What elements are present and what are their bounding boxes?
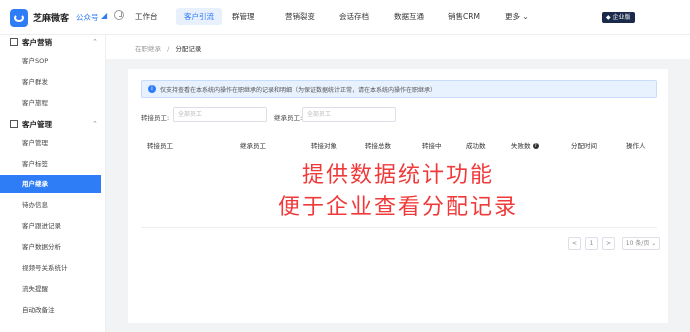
gzh-dropdown-icon[interactable]: ◢ [101, 11, 107, 20]
collapse-icon[interactable]: ⌃ [92, 120, 98, 128]
nav-data-sync[interactable]: 数据互通 [394, 11, 424, 22]
sidebar-item-churn-alert[interactable]: 流失提醒 [0, 280, 101, 298]
sidebar-group-marketing[interactable]: 客户营销 [22, 37, 52, 48]
promo-caption-line2: 便于企业查看分配记录 [277, 195, 518, 220]
col-transfer-total: 转接总数 [365, 142, 391, 150]
col-in-transfer: 转接中 [422, 142, 442, 150]
sidebar-item-followup-records[interactable]: 客户跟进记录 [0, 217, 101, 235]
sidebar-item-data-analysis[interactable]: 客户数据分析 [0, 238, 101, 256]
col-assign-time: 分配时间 [571, 142, 597, 150]
nav-more[interactable]: 更多 ⌄ [505, 11, 529, 22]
nav-group-management[interactable]: 群管理 [232, 11, 255, 22]
management-group-icon [10, 120, 18, 128]
col-operator: 操作人 [626, 142, 646, 150]
receiver-employee-select[interactable]: 全部员工 [302, 107, 396, 122]
nav-workbench[interactable]: 工作台 [135, 11, 158, 22]
receiver-employee-label: 继承员工: [274, 114, 303, 122]
page-1-button[interactable]: 1 [585, 237, 598, 250]
app-logo-icon [10, 9, 28, 27]
history-icon[interactable] [114, 10, 124, 20]
info-alert: i 仅支持查看在本系统内操作在职继承的记录和明细（为保证数据统计正常，请在本系统… [141, 80, 657, 98]
nav-marketing-fission[interactable]: 营销裂变 [285, 11, 315, 22]
col-receiver-employee: 继承员工 [240, 142, 266, 150]
breadcrumb-parent[interactable]: 在职继承 [135, 45, 161, 53]
sidebar: 客户营销 ⌃ 客户SOP 客户群发 客户旅程 客户管理 ⌃ 客户管理 客户标签 … [0, 35, 106, 332]
nav-customer-acquisition[interactable]: 客户引流 [176, 8, 222, 25]
col-failed: 失败数? [511, 140, 539, 150]
top-bar: 芝麻微客 公众号 ◢ 工作台 客户引流 群管理 营销裂变 会话存档 数据互通 销… [0, 0, 690, 35]
brand-name: 芝麻微客 [33, 14, 70, 24]
nav-chat-archive[interactable]: 会话存档 [339, 11, 369, 22]
sidebar-item-customer-tags[interactable]: 客户标签 [0, 155, 101, 173]
sidebar-item-customer-broadcast[interactable]: 客户群发 [0, 73, 101, 91]
gzh-switch[interactable]: 公众号 [76, 12, 99, 23]
breadcrumb-separator: / [167, 45, 170, 53]
page-size-select[interactable]: 10 条/页 ⌄ [622, 237, 660, 250]
transfer-employee-label: 转接员工: [141, 114, 170, 122]
sidebar-item-user-inheritance[interactable]: 用户继承 [0, 175, 101, 193]
divider [141, 227, 657, 228]
transfer-employee-select[interactable]: 全部员工 [173, 107, 267, 122]
promo-caption-line1: 提供数据统计功能 [301, 163, 494, 188]
col-transfer-object: 转接对象 [311, 142, 337, 150]
records-card: i 仅支持查看在本系统内操作在职继承的记录和明细（为保证数据统计正常，请在本系统… [128, 69, 668, 323]
sidebar-item-auto-remark[interactable]: 自动改备注 [0, 301, 101, 319]
prev-page-button[interactable]: < [568, 237, 581, 250]
breadcrumb-current: 分配记录 [175, 45, 202, 53]
enterprise-badge[interactable]: ◆ 企业版 [602, 12, 635, 23]
table-header: 转接员工 继承员工 转接对象 转接总数 转接中 成功数 失败数? 分配时间 操作… [141, 135, 657, 153]
alert-text: 仅支持查看在本系统内操作在职继承的记录和明细（为保证数据统计正常，请在本系统内操… [160, 87, 437, 94]
col-success: 成功数 [466, 142, 486, 150]
breadcrumb: 在职继承 / 分配记录 [106, 35, 690, 59]
main-area: 在职继承 / 分配记录 i 仅支持查看在本系统内操作在职继承的记录和明细（为保证… [106, 35, 690, 332]
col-transfer-employee: 转接员工 [147, 142, 173, 150]
nav-sales-crm[interactable]: 销售CRM [448, 11, 480, 22]
help-icon[interactable]: ? [532, 143, 539, 149]
collapse-icon[interactable]: ⌃ [92, 38, 98, 46]
marketing-group-icon [10, 38, 18, 46]
col-failed-label: 失败数 [511, 142, 531, 150]
info-icon: i [148, 85, 156, 93]
sidebar-item-customer-journey[interactable]: 客户旅程 [0, 94, 101, 112]
sidebar-item-video-stats[interactable]: 视频号关系统计 [0, 259, 101, 277]
sidebar-item-todo[interactable]: 待办信息 [0, 196, 101, 214]
sidebar-item-customer-sop[interactable]: 客户SOP [0, 52, 101, 70]
next-page-button[interactable]: > [602, 237, 615, 250]
sidebar-group-management[interactable]: 客户管理 [22, 119, 52, 130]
sidebar-item-customer-management[interactable]: 客户管理 [0, 134, 101, 152]
